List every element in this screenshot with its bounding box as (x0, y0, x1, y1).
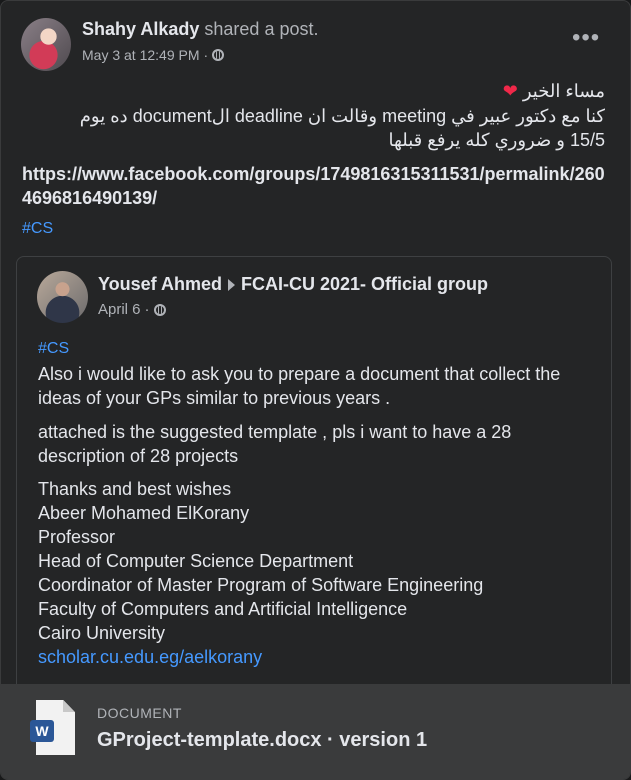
post-header: Shahy Alkady shared a post. (82, 19, 318, 40)
scholar-link[interactable]: scholar.cu.edu.eg/aelkorany (38, 645, 262, 669)
heart-icon: ❤ (502, 81, 518, 101)
public-globe-icon (212, 49, 225, 61)
shared-hashtag[interactable]: #CS (38, 340, 69, 358)
shared-author-name[interactable]: Yousef Ahmed (98, 274, 222, 295)
post-card: Shahy Alkady shared a post. May 3 at 12:… (0, 0, 631, 780)
post-meta: May 3 at 12:49 PM · (82, 47, 225, 63)
group-name[interactable]: FCAI-CU 2021- Official group (241, 274, 488, 295)
arabic-line-3: 15/5 و ضروري كله يرفع قبلها (388, 130, 605, 150)
hashtag-link[interactable]: #CS (22, 220, 53, 238)
post-date[interactable]: May 3 at 12:49 PM (82, 47, 200, 63)
action-text: shared a post. (204, 19, 319, 39)
signature-line: Head of Computer Science Department (38, 551, 354, 571)
shared-post-header: Yousef Ahmed FCAI-CU 2021- Official grou… (98, 274, 488, 295)
attachment-type: DOCUMENT (97, 705, 182, 721)
more-options-icon[interactable]: ••• (572, 26, 600, 50)
shared-paragraph-2: attached is the suggested template , pls… (38, 422, 512, 466)
author-avatar[interactable] (21, 18, 71, 71)
arrow-right-icon (228, 278, 236, 291)
word-document-icon: W (30, 700, 75, 755)
shared-paragraph-1: Also i would like to ask you to prepare … (38, 364, 561, 408)
signature-line: Abeer Mohamed ElKorany (38, 503, 250, 523)
signature-line: Coordinator of Master Program of Softwar… (38, 575, 484, 595)
attachment-filename[interactable]: GProject-template.docx · version 1 (97, 729, 427, 752)
shared-date[interactable]: April 6 (98, 301, 141, 318)
signature-line: Professor (38, 527, 116, 547)
shared-meta: April 6 · (98, 301, 166, 318)
signature-line: Faculty of Computers and Artificial Inte… (38, 599, 408, 619)
signature-line: Thanks and best wishes (38, 479, 232, 499)
permalink-text[interactable]: https://www.facebook.com/groups/17498163… (22, 162, 607, 210)
word-badge: W (30, 720, 54, 742)
arabic-line-2: كنا مع دكتور عبير في meeting وقالت ان de… (79, 106, 605, 126)
signature-line: Cairo University (38, 623, 166, 643)
shared-author-avatar[interactable] (37, 271, 88, 323)
public-globe-icon (153, 303, 166, 316)
arabic-greeting: مساء الخير ❤ (502, 81, 605, 101)
author-name[interactable]: Shahy Alkady (82, 19, 199, 39)
